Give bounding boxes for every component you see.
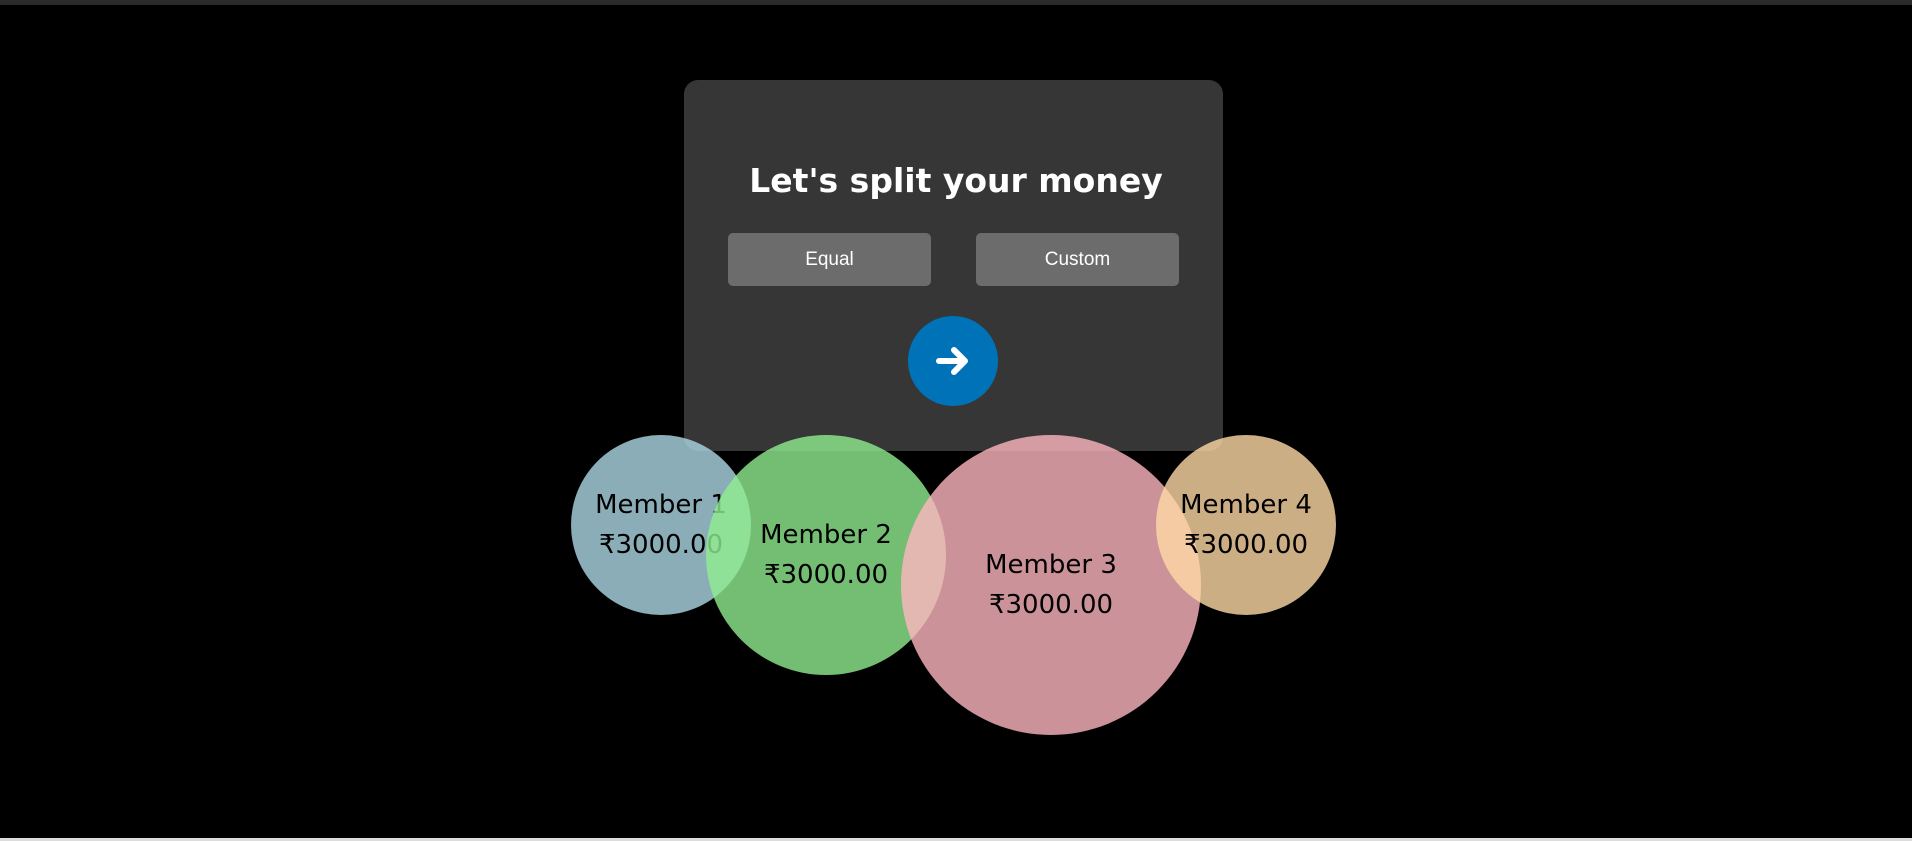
member-name: Member 4 (1180, 490, 1312, 520)
equal-split-button[interactable]: Equal (728, 233, 931, 286)
member-amount: ₹3000.00 (988, 590, 1114, 620)
next-button[interactable] (908, 316, 998, 406)
member-amount: ₹3000.00 (598, 530, 724, 560)
member-bubble: Member 3 ₹3000.00 (901, 435, 1201, 735)
custom-split-button[interactable]: Custom (976, 233, 1179, 286)
member-name: Member 3 (985, 550, 1117, 580)
member-amount: ₹3000.00 (1183, 530, 1309, 560)
window-top-bar (0, 0, 1912, 5)
arrow-right-icon (936, 347, 968, 375)
member-bubble: Member 4 ₹3000.00 (1156, 435, 1336, 615)
page-title: Let's split your money (749, 161, 1163, 200)
member-name: Member 2 (760, 520, 892, 550)
member-amount: ₹3000.00 (763, 560, 889, 590)
member-name: Member 1 (595, 490, 727, 520)
